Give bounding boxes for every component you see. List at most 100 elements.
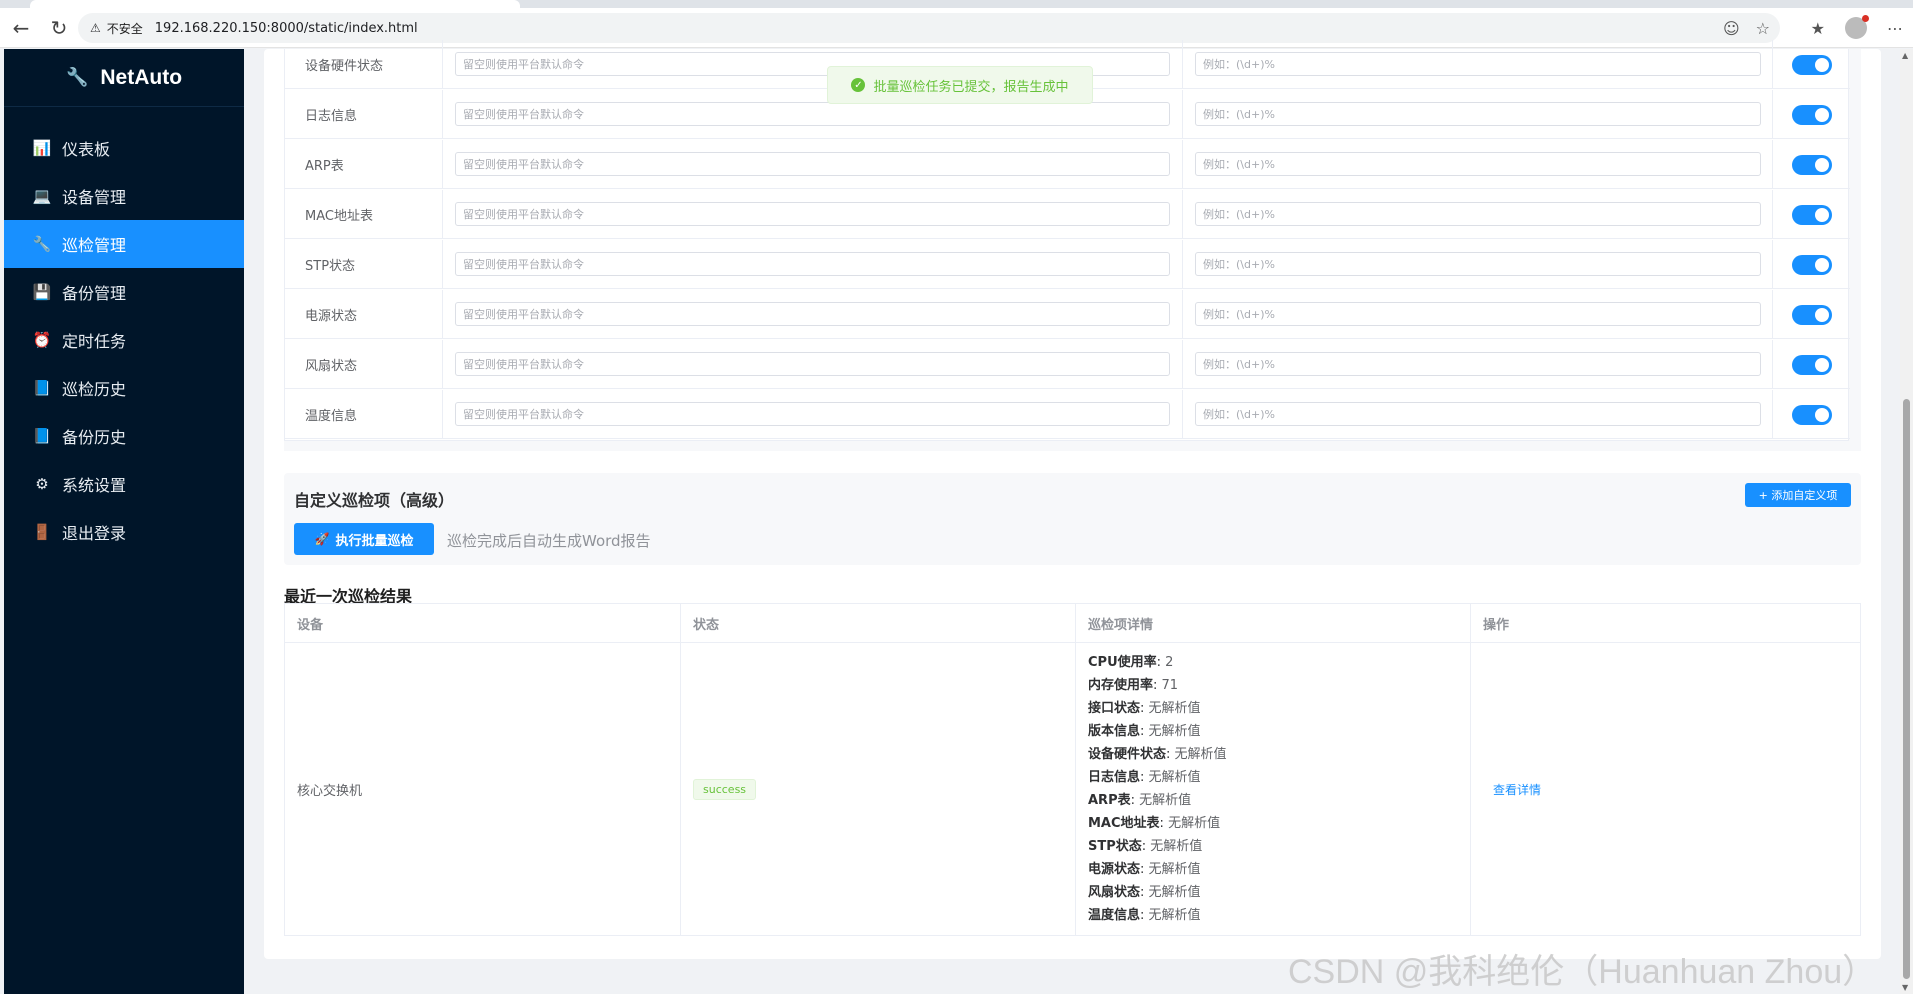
command-input[interactable]: 留空则使用平台默认命令 — [455, 102, 1170, 126]
device-cell: 核心交换机 — [285, 643, 681, 935]
detail-line: ARP表: 无解析值 — [1088, 789, 1227, 812]
regex-input[interactable]: 例如：(\d+)% — [1195, 352, 1761, 376]
reload-icon[interactable]: ↻ — [42, 11, 76, 45]
col-action-header: 操作 — [1483, 617, 1510, 633]
regex-cell: 例如：(\d+)% — [1183, 240, 1773, 289]
sidebar-item-devices[interactable]: 💻 设备管理 — [4, 172, 244, 220]
enable-toggle[interactable] — [1791, 254, 1832, 275]
detail-key: MAC地址表 — [1088, 816, 1160, 831]
scroll-up-icon[interactable]: ▲ — [1902, 51, 1908, 60]
detail-colon: : — [1140, 908, 1149, 923]
profile-avatar[interactable] — [1845, 15, 1869, 39]
detail-line: 温度信息: 无解析值 — [1088, 904, 1227, 927]
command-input[interactable]: 留空则使用平台默认命令 — [455, 152, 1170, 176]
detail-colon: : — [1153, 678, 1162, 693]
detail-value: 无解析值 — [1139, 793, 1192, 808]
regex-input[interactable]: 例如：(\d+)% — [1195, 302, 1761, 326]
back-icon[interactable]: ← — [4, 11, 38, 45]
regex-cell: 例如：(\d+)% — [1183, 140, 1773, 189]
browser-tab[interactable] — [30, 0, 520, 8]
regex-input[interactable]: 例如：(\d+)% — [1195, 102, 1761, 126]
regex-input[interactable]: 例如：(\d+)% — [1195, 252, 1761, 276]
detail-key: 接口状态 — [1088, 701, 1141, 716]
toggle-cell — [1773, 90, 1850, 139]
detail-colon: : — [1156, 655, 1166, 670]
col-status-header: 状态 — [681, 604, 1076, 642]
sidebar-item-logout[interactable]: 🚪 退出登录 — [4, 508, 244, 556]
device-name: 核心交换机 — [297, 783, 363, 799]
details-cell: CPU使用率: 2 内存使用率: 71 接口状态: 无解析值 版本信息: 无解析值 设备… — [1076, 643, 1471, 935]
star-icon[interactable]: ☆ — [1756, 19, 1770, 38]
rocket-icon: 🚀 — [314, 532, 330, 546]
sidebar-item-label: 退出登录 — [62, 524, 127, 543]
results-table-header: 设备 状态 巡检项详情 操作 — [285, 604, 1860, 643]
command-cell: 留空则使用平台默认命令 — [443, 390, 1183, 439]
scroll-down-icon[interactable]: ▼ — [1902, 983, 1908, 992]
detail-line: CPU使用率: 2 — [1088, 651, 1227, 674]
scrollbar-thumb[interactable] — [1903, 399, 1910, 979]
enable-toggle[interactable] — [1791, 54, 1832, 75]
more-icon[interactable]: ⋯ — [1887, 19, 1903, 38]
enable-toggle[interactable] — [1791, 354, 1832, 375]
enable-toggle[interactable] — [1791, 304, 1832, 325]
detail-colon: : — [1140, 770, 1149, 785]
command-input[interactable]: 留空则使用平台默认命令 — [455, 202, 1170, 226]
regex-input[interactable]: 例如：(\d+)% — [1195, 52, 1761, 76]
warning-icon: ⚠ — [90, 21, 101, 35]
detail-line: 版本信息: 无解析值 — [1088, 720, 1227, 743]
command-cell: 留空则使用平台默认命令 — [443, 140, 1183, 189]
detail-line: MAC地址表: 无解析值 — [1088, 812, 1227, 835]
detail-line: 风扇状态: 无解析值 — [1088, 881, 1227, 904]
favorites-icon[interactable]: ★ — [1811, 19, 1825, 38]
app-title: NetAuto — [100, 65, 183, 89]
toggle-cell — [1773, 140, 1850, 189]
sidebar-item-backup-history[interactable]: 📘 备份历史 — [4, 412, 244, 460]
command-input[interactable]: 留空则使用平台默认命令 — [455, 352, 1170, 376]
detail-colon: : — [1141, 839, 1151, 854]
command-input[interactable]: 留空则使用平台默认命令 — [455, 252, 1170, 276]
inspection-item-name: 日志信息 — [285, 90, 443, 139]
sidebar-item-inspection-history[interactable]: 📘 巡检历史 — [4, 364, 244, 412]
detail-key: 设备硬件状态 — [1088, 747, 1167, 762]
enable-toggle[interactable] — [1791, 404, 1832, 425]
custom-items-section: 自定义巡检项（高级） + 添加自定义项 🚀 执行批量巡检 巡检完成后自动生成Wo… — [284, 473, 1861, 565]
main-content: 设备硬件状态 留空则使用平台默认命令 例如：(\d+)% 日志信息 留空则使用平台默认命… — [244, 40, 1900, 994]
inspection-item-name: STP状态 — [285, 240, 443, 289]
read-aloud-icon[interactable]: ☺ — [1723, 19, 1740, 38]
success-toast: ✓ 批量巡检任务已提交，报告生成中 — [827, 66, 1093, 104]
enable-toggle[interactable] — [1791, 154, 1832, 175]
sidebar-item-label: 定时任务 — [62, 332, 127, 351]
page-scrollbar[interactable]: ▲ ▼ — [1900, 49, 1913, 994]
command-input[interactable]: 留空则使用平台默认命令 — [455, 402, 1170, 426]
detail-line: 电源状态: 无解析值 — [1088, 858, 1227, 881]
detail-colon: : — [1140, 724, 1149, 739]
enable-toggle[interactable] — [1791, 104, 1832, 125]
regex-input[interactable]: 例如：(\d+)% — [1195, 202, 1761, 226]
sidebar-item-inspection[interactable]: 🔧 巡检管理 — [4, 220, 244, 268]
regex-input[interactable]: 例如：(\d+)% — [1195, 152, 1761, 176]
custom-items-title: 自定义巡检项（高级） — [294, 491, 455, 510]
toggle-cell — [1773, 240, 1850, 289]
sidebar-item-backup[interactable]: 💾 备份管理 — [4, 268, 244, 316]
detail-key: 风扇状态 — [1088, 885, 1141, 900]
sidebar-item-scheduled[interactable]: ⏰ 定时任务 — [4, 316, 244, 364]
detail-value: 无解析值 — [1148, 724, 1201, 739]
command-cell: 留空则使用平台默认命令 — [443, 290, 1183, 339]
regex-cell: 例如：(\d+)% — [1183, 340, 1773, 389]
command-input[interactable]: 留空则使用平台默认命令 — [455, 302, 1170, 326]
detail-key: CPU使用率 — [1088, 655, 1157, 670]
view-details-link[interactable]: 查看详情 — [1493, 781, 1541, 798]
address-bar[interactable]: ⚠ 不安全 192.168.220.150:8000/static/index.… — [78, 13, 1780, 43]
detail-key: STP状态 — [1088, 839, 1142, 854]
sidebar-item-label: 设备管理 — [62, 188, 127, 207]
enable-toggle[interactable] — [1791, 204, 1832, 225]
toggle-cell — [1773, 340, 1850, 389]
detail-value: 无解析值 — [1148, 862, 1201, 877]
inspection-item-row: MAC地址表 留空则使用平台默认命令 例如：(\d+)% — [285, 190, 1850, 239]
sidebar-item-settings[interactable]: ⚙ 系统设置 — [4, 460, 244, 508]
regex-input[interactable]: 例如：(\d+)% — [1195, 402, 1761, 426]
inspection-item-name: 风扇状态 — [285, 340, 443, 389]
sidebar-item-dashboard[interactable]: 📊 仪表板 — [4, 124, 244, 172]
add-custom-item-button[interactable]: + 添加自定义项 — [1745, 483, 1851, 507]
run-batch-inspection-button[interactable]: 🚀 执行批量巡检 — [294, 523, 434, 555]
